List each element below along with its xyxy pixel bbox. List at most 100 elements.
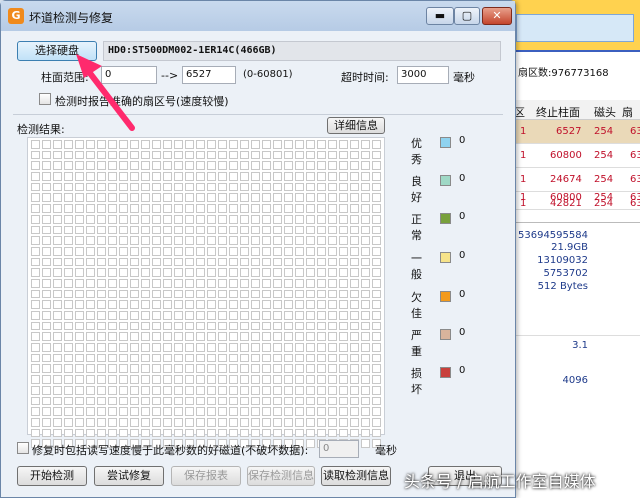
sector-cell xyxy=(251,172,260,181)
report-sector-checkbox[interactable] xyxy=(39,93,51,105)
sector-cell xyxy=(64,428,73,438)
sector-cell xyxy=(218,236,227,245)
sector-cell xyxy=(339,343,348,352)
divider xyxy=(510,222,640,223)
sector-cell xyxy=(163,236,172,245)
table-row[interactable]: 1 6527 254 63 xyxy=(510,120,640,144)
sector-cell xyxy=(207,246,216,256)
select-disk-button[interactable]: 选择硬盘 xyxy=(17,41,97,61)
sector-cell xyxy=(240,182,249,192)
timeout-input[interactable]: 3000 xyxy=(397,66,449,84)
sector-cell xyxy=(273,321,282,331)
sector-cell xyxy=(163,396,172,406)
sector-cell xyxy=(350,353,359,363)
repair-slow-unit: 毫秒 xyxy=(375,444,397,457)
sector-cell xyxy=(218,353,227,363)
sector-cell xyxy=(42,204,51,213)
sector-cell xyxy=(119,278,128,288)
table-row[interactable]: 1 60800 254 63 xyxy=(510,186,640,210)
sector-cell xyxy=(130,236,139,245)
repair-slow-input[interactable]: 0 xyxy=(319,440,359,458)
sector-cell xyxy=(262,407,271,416)
sector-cell xyxy=(284,268,293,277)
sector-cell xyxy=(119,150,128,160)
sector-cell xyxy=(174,182,183,192)
sector-cell xyxy=(86,417,95,427)
sector-cell xyxy=(174,161,183,171)
sector-cell xyxy=(328,214,337,224)
maximize-button[interactable]: ▢ xyxy=(454,7,480,25)
sector-cell xyxy=(196,246,205,256)
save-report-button[interactable]: 保存报表 xyxy=(171,466,241,486)
sector-cell xyxy=(295,364,304,374)
sector-cell xyxy=(152,321,161,331)
sector-cell xyxy=(130,396,139,406)
sector-cell xyxy=(207,332,216,342)
sector-cell xyxy=(350,172,359,181)
sector-cell xyxy=(174,246,183,256)
try-repair-button[interactable]: 尝试修复 xyxy=(94,466,164,486)
sector-cell xyxy=(86,289,95,299)
sector-cell xyxy=(53,182,62,192)
sector-cell xyxy=(119,385,128,395)
sector-cell xyxy=(262,289,271,299)
sector-cell xyxy=(196,193,205,203)
sector-cell xyxy=(86,246,95,256)
sector-cell xyxy=(350,396,359,406)
sector-cell xyxy=(317,140,326,149)
sector-cell xyxy=(163,428,172,438)
sector-cell xyxy=(339,375,348,384)
sector-cell xyxy=(31,182,40,192)
divider xyxy=(510,335,640,336)
sector-cell xyxy=(262,311,271,320)
sector-cell xyxy=(372,343,381,352)
sector-cell xyxy=(218,417,227,427)
sector-cell xyxy=(53,396,62,406)
sector-cell xyxy=(42,225,51,235)
sector-cell xyxy=(31,343,40,352)
sector-cell xyxy=(53,300,62,309)
save-check-info-button[interactable]: 保存检测信息 xyxy=(247,466,315,486)
sector-cell xyxy=(53,257,62,267)
sector-cell xyxy=(361,204,370,213)
sector-cell xyxy=(295,225,304,235)
sector-cell xyxy=(141,375,150,384)
sector-cell xyxy=(141,246,150,256)
sector-cell xyxy=(75,311,84,320)
legend-count: 0 xyxy=(459,289,466,300)
sector-cell xyxy=(196,396,205,406)
sector-cell xyxy=(218,150,227,160)
sector-cell xyxy=(251,353,260,363)
sector-cell xyxy=(64,161,73,171)
sector-cell xyxy=(86,257,95,267)
sector-cell xyxy=(240,140,249,149)
minimize-button[interactable]: ▬ xyxy=(426,7,454,25)
sector-cell xyxy=(361,236,370,245)
sector-cell xyxy=(339,182,348,192)
title-bar[interactable]: G 坏道检测与修复 ▬ ▢ ✕ xyxy=(1,1,515,31)
sector-cell xyxy=(306,289,315,299)
sector-cell xyxy=(229,257,238,267)
sector-cell xyxy=(284,396,293,406)
sector-cell xyxy=(328,364,337,374)
table-row[interactable]: 1 60800 254 63 xyxy=(510,144,640,168)
sector-cell xyxy=(240,321,249,331)
sector-cell xyxy=(218,311,227,320)
sector-cell xyxy=(53,428,62,438)
sector-cell xyxy=(42,417,51,427)
sector-cell xyxy=(251,407,260,416)
sector-cell xyxy=(273,407,282,416)
load-check-info-button[interactable]: 读取检测信息 xyxy=(321,466,391,486)
sector-cell xyxy=(306,417,315,427)
repair-slow-checkbox[interactable] xyxy=(17,442,29,454)
start-check-button[interactable]: 开始检测 xyxy=(17,466,87,486)
close-button[interactable]: ✕ xyxy=(482,7,512,25)
sector-cell xyxy=(295,204,304,213)
detail-info-button[interactable]: 详细信息 xyxy=(327,117,385,134)
sector-cell xyxy=(196,428,205,438)
sector-cell xyxy=(119,321,128,331)
range-start-input[interactable]: 0 xyxy=(101,66,157,84)
sector-cell xyxy=(119,417,128,427)
sector-cell xyxy=(229,214,238,224)
range-end-input[interactable]: 6527 xyxy=(182,66,236,84)
